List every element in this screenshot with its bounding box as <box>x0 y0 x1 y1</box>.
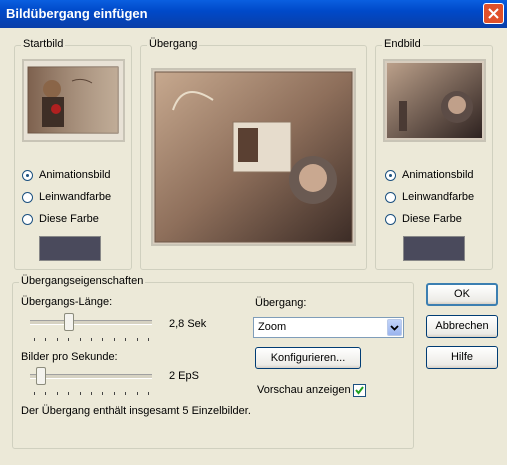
slider-tick <box>125 392 126 395</box>
endbild-picture <box>385 61 484 140</box>
endbild-color-swatch[interactable] <box>403 236 465 261</box>
endbild-radio-canvas[interactable] <box>385 192 396 203</box>
checkmark-icon <box>355 386 364 395</box>
transition-type-dropdown-button[interactable] <box>387 319 402 336</box>
startbild-radio-animation[interactable] <box>22 170 33 181</box>
close-button[interactable] <box>483 3 504 24</box>
slider-tick <box>102 338 103 341</box>
startbild-radio-canvas[interactable] <box>22 192 33 203</box>
transition-length-ticks <box>30 338 152 342</box>
fps-label: Bilder pro Sekunde: <box>21 351 118 363</box>
slider-tick <box>91 392 92 395</box>
help-button[interactable]: Hilfe <box>426 346 498 369</box>
slider-tick <box>57 338 58 341</box>
chevron-down-icon <box>390 325 399 331</box>
preview-checkbox-label: Vorschau anzeigen <box>257 384 351 396</box>
startbild-label-color: Diese Farbe <box>39 213 99 225</box>
transition-properties-group: Übergangseigenschaften Übergangs-Länge: … <box>12 275 414 449</box>
slider-tick <box>45 338 46 341</box>
title-bar[interactable]: Bildübergang einfügen <box>0 0 507 28</box>
slider-tick <box>148 338 149 341</box>
summary-text: Der Übergang enthält insgesamt 5 Einzelb… <box>21 405 251 417</box>
slider-tick <box>137 338 138 341</box>
startbild-preview <box>22 59 125 142</box>
slider-tick <box>45 392 46 395</box>
transition-length-value: 2,8 Sek <box>169 318 207 330</box>
transition-type-value: Zoom <box>258 321 287 333</box>
endbild-legend: Endbild <box>382 38 423 50</box>
slider-tick <box>125 338 126 341</box>
startbild-radio-color[interactable] <box>22 214 33 225</box>
fps-thumb[interactable] <box>36 367 46 385</box>
fps-slider[interactable] <box>30 366 152 398</box>
startbild-label-canvas: Leinwandfarbe <box>39 191 112 203</box>
transition-type-label: Übergang: <box>255 297 307 309</box>
endbild-label-animation: Animationsbild <box>402 169 474 181</box>
transition-type-select[interactable]: Zoom <box>253 317 404 338</box>
transition-preview-group: Übergang <box>140 38 367 270</box>
slider-tick <box>114 338 115 341</box>
slider-tick <box>137 392 138 395</box>
endbild-preview <box>383 59 486 142</box>
startbild-group: Startbild Animationsbild Leinwandfarbe D <box>14 38 132 270</box>
slider-tick <box>68 338 69 341</box>
transition-length-slider[interactable] <box>30 312 152 344</box>
slider-tick <box>80 392 81 395</box>
slider-tick <box>34 392 35 395</box>
startbild-color-swatch[interactable] <box>39 236 101 261</box>
fps-ticks <box>30 392 152 396</box>
slider-tick <box>148 392 149 395</box>
transition-picture <box>153 70 354 244</box>
transition-length-label: Übergangs-Länge: <box>21 296 113 308</box>
slider-tick <box>68 392 69 395</box>
endbild-group: Endbild Animationsbild Leinwandfarbe Die… <box>375 38 493 270</box>
slider-tick <box>57 392 58 395</box>
slider-tick <box>91 338 92 341</box>
ok-button[interactable]: OK <box>426 283 498 306</box>
transition-preview-legend: Übergang <box>147 38 200 50</box>
transition-preview <box>151 68 356 246</box>
startbild-picture <box>24 61 123 140</box>
slider-tick <box>80 338 81 341</box>
transition-dialog: Bildübergang einfügen Startbild Animatio… <box>0 0 507 465</box>
endbild-label-color: Diese Farbe <box>402 213 462 225</box>
fps-value: 2 EpS <box>169 370 199 382</box>
endbild-label-canvas: Leinwandfarbe <box>402 191 475 203</box>
startbild-legend: Startbild <box>21 38 66 50</box>
preview-checkbox[interactable] <box>353 384 366 397</box>
slider-tick <box>34 338 35 341</box>
slider-tick <box>114 392 115 395</box>
cancel-button[interactable]: Abbrechen <box>426 315 498 338</box>
configure-button[interactable]: Konfigurieren... <box>255 347 361 369</box>
properties-legend: Übergangseigenschaften <box>19 275 146 287</box>
fps-track <box>30 374 152 379</box>
startbild-label-animation: Animationsbild <box>39 169 111 181</box>
close-icon <box>488 8 499 19</box>
endbild-radio-color[interactable] <box>385 214 396 225</box>
dialog-title: Bildübergang einfügen <box>6 6 148 21</box>
endbild-radio-animation[interactable] <box>385 170 396 181</box>
transition-length-track <box>30 320 152 325</box>
slider-tick <box>102 392 103 395</box>
transition-length-thumb[interactable] <box>64 313 74 331</box>
